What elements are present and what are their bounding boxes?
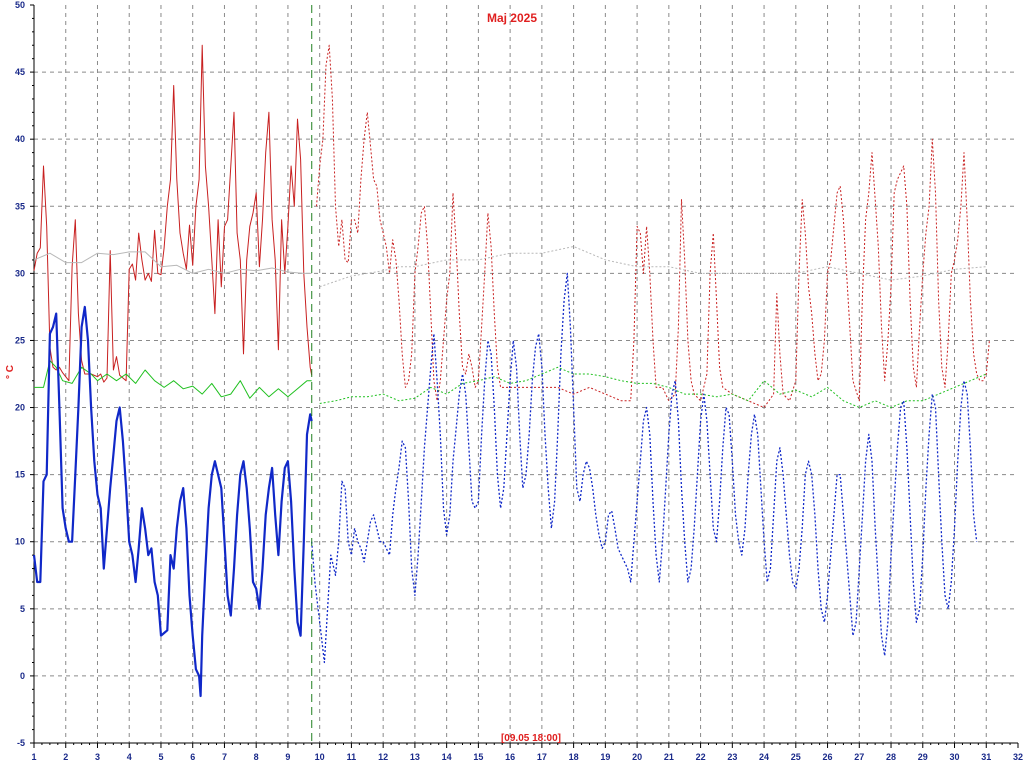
y-tick-label: 5: [20, 604, 25, 614]
y-tick-label: 50: [15, 0, 25, 10]
chart-canvas: -5051015202530354045501 2 3 4 5 6 7 8 9 10 11 12 13 1…: [5, 0, 1023, 762]
x-tick-label: 12: [378, 752, 388, 762]
x-tick-label: 15: [473, 752, 483, 762]
x-tick-label: 1: [31, 752, 36, 762]
x-tick-label: 11: [347, 752, 357, 762]
x-tick-label: 29: [918, 752, 928, 762]
series-line-7: [311, 272, 978, 664]
series-line-1: [316, 44, 990, 408]
y-axis-label: ° C: [5, 365, 16, 379]
grid: [34, 5, 1018, 743]
x-tick-label: 10: [315, 752, 325, 762]
x-tick-label: 21: [664, 752, 674, 762]
chart-title: Maj 2025: [487, 11, 537, 25]
temperature-chart: -5 0 5 10 15 20 25 30 35 40 45 50 1 2 3 4 5 6 7 8 9 10 11 12 13 1…: [0, 0, 1024, 768]
series-line-6: [32, 305, 313, 698]
x-tick-label: 30: [950, 752, 960, 762]
x-tick-label: 2: [63, 752, 68, 762]
x-tick-label: 6: [190, 752, 195, 762]
y-tick-label: 20: [15, 403, 25, 413]
series-line-0: [33, 44, 313, 383]
x-tick-label: 13: [410, 752, 420, 762]
x-tick-label: 22: [696, 752, 706, 762]
axes: -5051015202530354045501 2 3 4 5 6 7 8 9 10 11 12 13 1…: [15, 0, 1023, 762]
series-line-3: [319, 246, 987, 288]
x-tick-label: 27: [854, 752, 864, 762]
y-tick-label: 30: [15, 268, 25, 278]
x-tick-label: 25: [791, 752, 801, 762]
x-tick-label: 5: [158, 752, 163, 762]
x-tick-label: 3: [95, 752, 100, 762]
y-tick-label: 25: [15, 335, 25, 345]
x-tick-label: 8: [254, 752, 259, 762]
x-tick-label: 28: [886, 752, 896, 762]
series-line-4: [34, 360, 312, 399]
y-tick-label: 40: [15, 134, 25, 144]
x-tick-label: 17: [537, 752, 547, 762]
y-tick-label: 45: [15, 67, 25, 77]
x-tick-label: 9: [285, 752, 290, 762]
x-tick-label: 32: [1013, 752, 1023, 762]
y-tick-label: 15: [15, 470, 25, 480]
x-tick-label: 4: [127, 752, 132, 762]
x-tick-label: 20: [632, 752, 642, 762]
series-group: [32, 44, 990, 698]
x-tick-label: 31: [981, 752, 991, 762]
x-tick-label: 26: [823, 752, 833, 762]
x-tick-label: 18: [569, 752, 579, 762]
y-tick-label: -5: [17, 738, 25, 748]
x-tick-label: 24: [759, 752, 769, 762]
marker-label: [09.05 18:00]: [501, 733, 561, 744]
y-tick-label: 10: [15, 537, 25, 547]
x-tick-label: 19: [600, 752, 610, 762]
y-tick-label: 35: [15, 201, 25, 211]
x-tick-label: 14: [442, 752, 452, 762]
x-tick-label: 16: [505, 752, 515, 762]
series-line-5: [319, 366, 987, 408]
x-tick-label: 7: [222, 752, 227, 762]
series-line-2: [33, 251, 312, 274]
x-tick-label: 23: [727, 752, 737, 762]
y-tick-label: 0: [20, 671, 25, 681]
